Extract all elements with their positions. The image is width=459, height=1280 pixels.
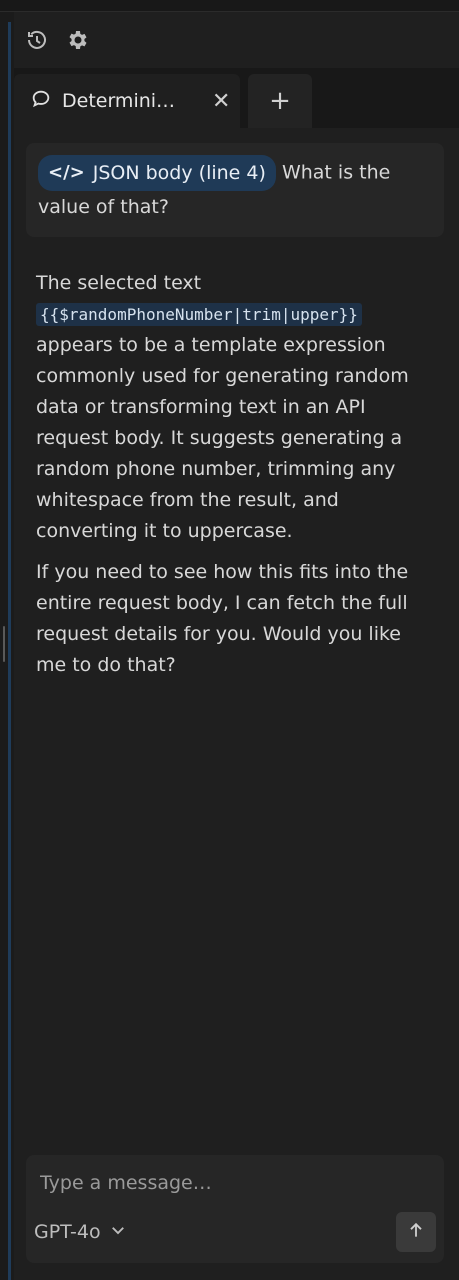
tab-conversation[interactable]: Determini… ✕ [14, 74, 240, 128]
message-input[interactable] [38, 1163, 432, 1203]
assistant-message: The selected text {{$randomPhoneNumber|t… [36, 268, 436, 691]
arrow-up-icon [406, 1220, 426, 1244]
chat-bubble-icon [30, 88, 52, 114]
assistant-explanation: appears to be a template expression comm… [36, 334, 409, 542]
tab-bar: Determini… ✕ + [14, 68, 459, 128]
top-strip [0, 0, 459, 12]
rail-accent [8, 22, 11, 1280]
plus-icon: + [269, 86, 291, 116]
message-composer: GPT-4o [26, 1155, 444, 1263]
chip-label: JSON body (line 4) [92, 162, 266, 184]
assistant-intro: The selected text [36, 272, 202, 294]
new-tab-button[interactable]: + [248, 74, 312, 128]
context-chip[interactable]: </> JSON body (line 4) [38, 155, 276, 191]
send-button[interactable] [396, 1212, 436, 1252]
close-icon[interactable]: ✕ [212, 89, 230, 114]
user-message: </> JSON body (line 4) What is the value… [26, 143, 444, 237]
tab-title: Determini… [62, 90, 176, 112]
model-selector[interactable]: GPT-4o [34, 1215, 127, 1249]
model-label: GPT-4o [34, 1221, 101, 1243]
assistant-paragraph-1: The selected text {{$randomPhoneNumber|t… [36, 268, 436, 547]
resize-handle[interactable] [3, 626, 5, 662]
chevron-down-icon [109, 1221, 127, 1244]
code-icon: </> [48, 162, 85, 183]
inline-code: {{$randomPhoneNumber|trim|upper}} [36, 303, 362, 326]
gear-icon[interactable] [64, 27, 90, 53]
chat-panel: Determini… ✕ + </> JSON body (line 4) Wh… [0, 0, 459, 1280]
history-icon[interactable] [24, 27, 50, 53]
assistant-paragraph-2: If you need to see how this fits into th… [36, 561, 409, 676]
toolbar [14, 14, 459, 66]
